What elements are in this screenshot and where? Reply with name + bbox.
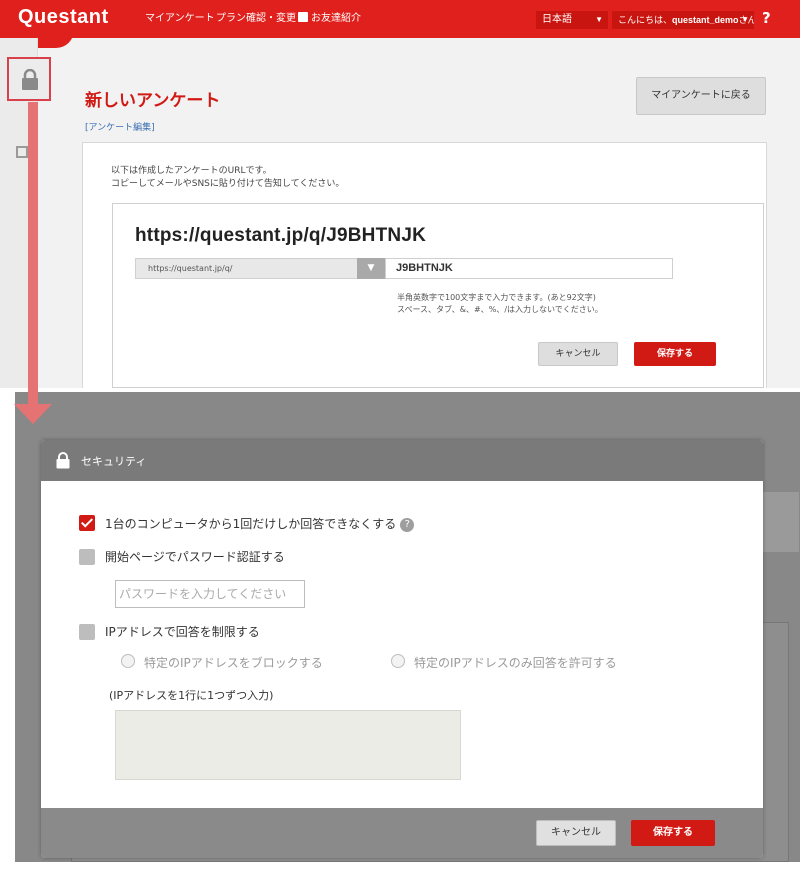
user-menu[interactable]: こんにちは、questant_demoさん ▼ xyxy=(612,11,754,29)
base-url-select[interactable]: https://questant.jp/q/ xyxy=(135,258,385,279)
back-to-my-surveys-button[interactable]: マイアンケートに戻る xyxy=(636,77,766,115)
nav-referral[interactable]: お友達紹介 xyxy=(298,0,361,38)
top-navbar: Questant マイアンケート プラン確認・変更 お友達紹介 日本語 ▼ こん… xyxy=(0,0,800,48)
document-icon[interactable] xyxy=(16,146,28,158)
slug-hint: 半角英数字で100文字まで入力できます。(あと92文字) スペース、タブ、&、#… xyxy=(397,292,603,316)
logo[interactable]: Questant xyxy=(18,6,109,29)
arrow-down-icon xyxy=(14,404,52,424)
single-answer-option: 1台のコンピュータから1回だけしか回答できなくする? xyxy=(105,515,415,532)
username: questant_demo xyxy=(672,15,739,25)
save-button[interactable]: 保存する xyxy=(634,342,716,366)
help-icon[interactable]: ? xyxy=(400,518,415,532)
url-slug-input[interactable]: J9BHTNJK xyxy=(385,258,673,279)
chevron-down-icon: ▼ xyxy=(595,15,603,24)
chevron-down-icon[interactable]: ▼ xyxy=(357,258,385,279)
url-description: 以下は作成したアンケートのURLです。 コピーしてメールやSNSに貼り付けて告知… xyxy=(111,165,344,191)
ip-input-label: (IPアドレスを1行に1つずつ入力) xyxy=(109,689,274,702)
security-sidebar-button[interactable] xyxy=(7,57,51,101)
security-modal: セキュリティ 1台のコンピュータから1回だけしか回答できなくする? 開始ページで… xyxy=(41,440,763,858)
modal-footer: キャンセル 保存する xyxy=(41,808,763,858)
annotation-arrow-shaft xyxy=(28,102,38,412)
modal-save-button[interactable]: 保存する xyxy=(631,820,715,846)
language-select[interactable]: 日本語 ▼ xyxy=(536,11,608,29)
single-answer-label: 1台のコンピュータから1回だけしか回答できなくする xyxy=(105,517,397,531)
cancel-button[interactable]: キャンセル xyxy=(538,342,618,366)
radio-block-ip[interactable] xyxy=(121,654,135,668)
ip-restrict-checkbox[interactable] xyxy=(79,624,95,640)
modal-body: 1台のコンピュータから1回だけしか回答できなくする? 開始ページでパスワード認証… xyxy=(41,481,763,808)
description-line-1: 以下は作成したアンケートのURLです。 xyxy=(111,166,272,176)
greeting-prefix: こんにちは、 xyxy=(618,15,673,25)
page-title: 新しいアンケート xyxy=(85,91,221,111)
ip-restrict-label: IPアドレスで回答を制限する xyxy=(105,625,260,639)
survey-url: https://questant.jp/q/J9BHTNJK xyxy=(135,225,427,246)
description-line-2: コピーしてメールやSNSに貼り付けて告知してください。 xyxy=(111,179,345,189)
radio-allow-ip[interactable] xyxy=(391,654,405,668)
radio-allow-ip-label: 特定のIPアドレスのみ回答を許可する xyxy=(414,656,617,670)
hint-line-2: スペース、タブ、&、#、%、/は入力しないでください。 xyxy=(397,305,603,314)
hint-line-1: 半角英数字で100文字まで入力できます。(あと92文字) xyxy=(397,293,596,302)
password-label: 開始ページでパスワード認証する xyxy=(105,550,285,564)
survey-url-page: Questant マイアンケート プラン確認・変更 お友達紹介 日本語 ▼ こん… xyxy=(0,0,800,388)
single-answer-checkbox[interactable] xyxy=(79,515,95,531)
edit-survey-link[interactable]: [アンケート編集] xyxy=(85,120,155,133)
password-checkbox[interactable] xyxy=(79,549,95,565)
security-modal-overlay: セキュリティ 1台のコンピュータから1回だけしか回答できなくする? 開始ページで… xyxy=(15,392,800,862)
gift-icon xyxy=(298,12,308,22)
radio-block-ip-label: 特定のIPアドレスをブロックする xyxy=(144,656,323,670)
language-label: 日本語 xyxy=(542,14,572,25)
chevron-down-icon: ▼ xyxy=(741,15,749,24)
ip-address-textarea[interactable] xyxy=(115,710,461,780)
nav-my-surveys[interactable]: マイアンケート xyxy=(145,0,215,38)
help-icon[interactable]: ? xyxy=(762,9,771,27)
modal-header: セキュリティ xyxy=(41,440,763,481)
nav-plan[interactable]: プラン確認・変更 xyxy=(216,0,296,38)
nav-referral-label: お友達紹介 xyxy=(311,13,361,24)
password-input[interactable]: パスワードを入力してください xyxy=(115,580,305,608)
modal-title: セキュリティ xyxy=(81,455,147,468)
modal-cancel-button[interactable]: キャンセル xyxy=(536,820,616,846)
